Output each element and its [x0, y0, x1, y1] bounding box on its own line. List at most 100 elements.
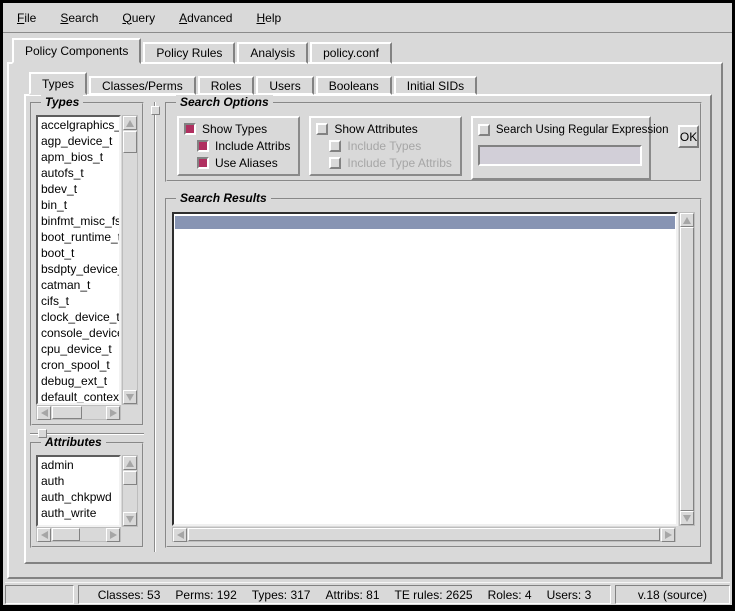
tab-users[interactable]: Users	[256, 76, 313, 95]
list-item[interactable]: auth_chkpwd	[38, 489, 119, 505]
scroll-up-button[interactable]	[123, 456, 137, 470]
scroll-left-button[interactable]	[173, 528, 187, 542]
attributes-listbox[interactable]: admin auth auth_chkpwd auth_write	[36, 455, 121, 527]
types-vertical-scrollbar[interactable]	[122, 115, 138, 405]
scroll-track[interactable]	[123, 470, 137, 512]
types-group-label: Types	[41, 95, 83, 109]
tab-classes-perms[interactable]: Classes/Perms	[89, 76, 196, 95]
list-item[interactable]: cpu_device_t	[38, 341, 119, 357]
checkbox-regex[interactable]: Search Using Regular Expression	[478, 121, 641, 138]
list-item[interactable]: bsdpty_device_	[38, 261, 119, 277]
vertical-pane-sash[interactable]	[150, 102, 160, 552]
menu-search-label: earch	[68, 11, 98, 25]
sash-handle[interactable]	[151, 106, 160, 115]
list-item[interactable]: apm_bios_t	[38, 149, 119, 165]
checkbox-include-attribs[interactable]: Include Attribs	[197, 138, 290, 155]
arrow-down-icon	[126, 516, 134, 523]
list-item[interactable]: auth_write	[38, 505, 119, 521]
attributes-horizontal-scrollbar[interactable]	[36, 527, 121, 542]
search-results-text[interactable]	[172, 212, 678, 526]
results-horizontal-scrollbar[interactable]	[172, 527, 676, 542]
tab-booleans[interactable]: Booleans	[316, 76, 392, 95]
checkbox-use-aliases[interactable]: Use Aliases	[197, 154, 290, 171]
scroll-up-button[interactable]	[680, 213, 694, 227]
tab-types-label: Types	[42, 77, 74, 91]
checkbox-show-types[interactable]: Show Types	[184, 121, 290, 138]
list-item[interactable]: console_device	[38, 325, 119, 341]
scroll-thumb[interactable]	[188, 528, 660, 541]
list-item[interactable]: accelgraphics_e	[38, 117, 119, 133]
scroll-right-button[interactable]	[106, 406, 120, 420]
menu-help[interactable]: Help	[246, 9, 291, 27]
scroll-down-button[interactable]	[123, 512, 137, 526]
scroll-track[interactable]	[123, 130, 137, 390]
tab-policy-rules[interactable]: Policy Rules	[143, 42, 235, 64]
scroll-down-button[interactable]	[680, 511, 694, 525]
list-item[interactable]: cifs_t	[38, 293, 119, 309]
list-item[interactable]: cron_spool_t	[38, 357, 119, 373]
list-item[interactable]: bdev_t	[38, 181, 119, 197]
results-vertical-scrollbar[interactable]	[679, 212, 695, 526]
tab-types[interactable]: Types	[29, 72, 87, 95]
menu-search[interactable]: Search	[50, 9, 108, 27]
arrow-up-icon	[126, 460, 134, 467]
menu-file[interactable]: File	[7, 9, 46, 27]
components-tab-bar: Types Classes/Perms Roles Users Booleans…	[29, 72, 479, 95]
checkbox-label: Include Type Attribs	[347, 156, 452, 170]
tab-policy-conf[interactable]: policy.conf	[310, 42, 392, 64]
scroll-right-button[interactable]	[661, 528, 675, 542]
scroll-thumb[interactable]	[52, 528, 80, 541]
main-tab-bar: Policy Components Policy Rules Analysis …	[12, 38, 394, 64]
show-types-frame: Show Types Include Attribs Use Aliases	[177, 116, 300, 176]
list-item[interactable]: auth	[38, 473, 119, 489]
list-item[interactable]: default_context	[38, 389, 119, 405]
tab-roles[interactable]: Roles	[198, 76, 255, 95]
stat-perms: Perms: 192	[175, 588, 236, 602]
scroll-left-button[interactable]	[37, 406, 51, 420]
sash-line	[154, 102, 156, 552]
scroll-thumb[interactable]	[123, 131, 137, 153]
menu-advanced-label: dvanced	[187, 11, 232, 25]
list-item[interactable]: admin	[38, 457, 119, 473]
list-item[interactable]: autofs_t	[38, 165, 119, 181]
list-item[interactable]: clock_device_t	[38, 309, 119, 325]
scroll-down-button[interactable]	[123, 390, 137, 404]
policy-components-frame: Types Classes/Perms Roles Users Booleans…	[7, 62, 723, 579]
arrow-right-icon	[110, 531, 117, 539]
list-item[interactable]: catman_t	[38, 277, 119, 293]
scroll-track[interactable]	[680, 227, 694, 511]
menu-query[interactable]: Query	[112, 9, 165, 27]
menu-advanced[interactable]: Advanced	[169, 9, 242, 27]
scroll-right-button[interactable]	[106, 528, 120, 542]
list-item[interactable]: agp_device_t	[38, 133, 119, 149]
scroll-thumb[interactable]	[52, 406, 82, 419]
scroll-track[interactable]	[51, 406, 106, 419]
types-listbox[interactable]: accelgraphics_e agp_device_t apm_bios_t …	[36, 115, 121, 405]
arrow-up-icon	[126, 120, 134, 127]
list-item[interactable]: boot_t	[38, 245, 119, 261]
scroll-thumb[interactable]	[123, 471, 137, 485]
scroll-left-button[interactable]	[37, 528, 51, 542]
sash-handle[interactable]	[38, 429, 47, 438]
menu-query-mnemonic: Q	[122, 11, 131, 25]
tab-initial-sids[interactable]: Initial SIDs	[394, 76, 477, 95]
list-item[interactable]: bin_t	[38, 197, 119, 213]
types-horizontal-scrollbar[interactable]	[36, 405, 121, 420]
scroll-up-button[interactable]	[123, 116, 137, 130]
scroll-track[interactable]	[51, 528, 106, 541]
menu-file-label: ile	[24, 11, 36, 25]
arrow-down-icon	[683, 515, 691, 522]
ok-button[interactable]: OK	[678, 125, 699, 148]
scroll-thumb[interactable]	[680, 227, 694, 511]
tab-analysis[interactable]: Analysis	[237, 42, 308, 64]
list-item[interactable]: boot_runtime_t	[38, 229, 119, 245]
checkbox-show-attributes[interactable]: Show Attributes	[316, 121, 452, 138]
list-item[interactable]: binfmt_misc_fs	[38, 213, 119, 229]
right-pane: Search Options Show Types Include Attrib…	[165, 102, 702, 548]
list-item[interactable]: debug_ext_t	[38, 373, 119, 389]
selected-line-highlight	[175, 216, 675, 229]
attributes-vertical-scrollbar[interactable]	[122, 455, 138, 527]
scroll-track[interactable]	[187, 528, 661, 541]
regex-input[interactable]	[478, 145, 642, 166]
tab-policy-components[interactable]: Policy Components	[12, 38, 141, 64]
